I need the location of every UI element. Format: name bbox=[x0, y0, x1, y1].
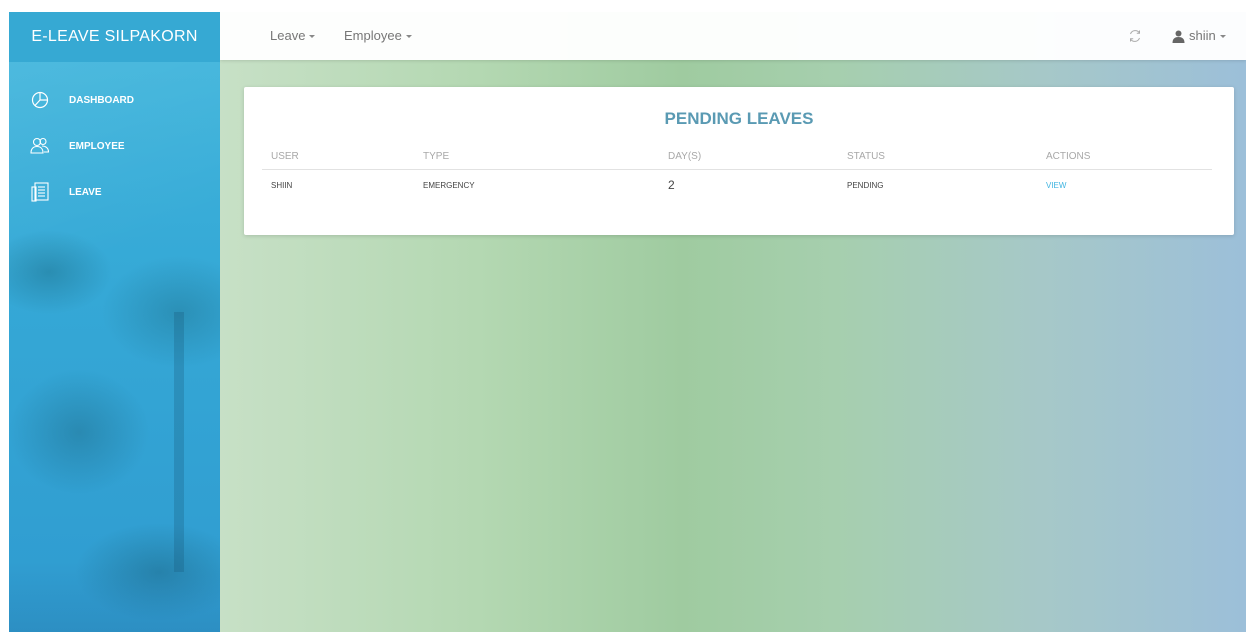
refresh-icon[interactable] bbox=[1127, 28, 1143, 44]
menu-leave[interactable]: Leave bbox=[270, 12, 316, 60]
sidebar-item-label: DASHBOARD bbox=[69, 94, 134, 106]
sidebar-background-pillar bbox=[174, 312, 184, 572]
sidebar: E-LEAVE SILPAKORN DASHBOARD EMPLOYEE LEA… bbox=[9, 12, 220, 632]
user-icon bbox=[1172, 30, 1185, 43]
card-title: PENDING LEAVES bbox=[664, 109, 814, 128]
users-icon bbox=[30, 136, 50, 156]
column-header-days: DAY(S) bbox=[659, 143, 838, 170]
sidebar-nav: DASHBOARD EMPLOYEE LEAVE bbox=[9, 88, 220, 226]
sidebar-item-dashboard[interactable]: DASHBOARD bbox=[9, 88, 220, 112]
pie-chart-icon bbox=[30, 90, 50, 110]
pending-leaves-table: USER TYPE DAY(S) STATUS ACTIONS SHIIN EM… bbox=[262, 143, 1212, 200]
app-frame: E-LEAVE SILPAKORN DASHBOARD EMPLOYEE LEA… bbox=[9, 12, 1246, 632]
column-header-status: STATUS bbox=[838, 143, 1037, 170]
sidebar-background-ground bbox=[9, 562, 220, 632]
menu-leave-label: Leave bbox=[270, 28, 306, 43]
user-name: shiin bbox=[1189, 28, 1216, 43]
caret-down-icon bbox=[405, 35, 412, 39]
user-menu[interactable]: shiin bbox=[1172, 12, 1226, 60]
cell-days: 2 bbox=[668, 178, 675, 192]
sidebar-item-leave[interactable]: LEAVE bbox=[9, 180, 220, 204]
sidebar-item-employee[interactable]: EMPLOYEE bbox=[9, 134, 220, 158]
menu-employee[interactable]: Employee bbox=[344, 12, 412, 60]
cell-type: EMERGENCY bbox=[423, 180, 475, 190]
table-row: SHIIN EMERGENCY 2 PENDING VIEW bbox=[262, 170, 1212, 201]
document-icon bbox=[30, 182, 50, 202]
sidebar-item-label: EMPLOYEE bbox=[69, 140, 125, 152]
column-header-user: USER bbox=[262, 143, 414, 170]
view-link[interactable]: VIEW bbox=[1046, 181, 1066, 190]
column-header-type: TYPE bbox=[414, 143, 659, 170]
cell-actions: VIEW bbox=[1037, 170, 1212, 201]
table-header-row: USER TYPE DAY(S) STATUS ACTIONS bbox=[262, 143, 1212, 170]
column-header-actions: ACTIONS bbox=[1037, 143, 1212, 170]
main-content: Leave Employee shiin PENDING LEAVES USER… bbox=[220, 12, 1246, 632]
caret-down-icon bbox=[1219, 34, 1226, 38]
sidebar-item-label: LEAVE bbox=[69, 186, 102, 198]
caret-down-icon bbox=[309, 35, 316, 39]
brand-title[interactable]: E-LEAVE SILPAKORN bbox=[9, 12, 220, 62]
pending-leaves-card: PENDING LEAVES USER TYPE DAY(S) STATUS A… bbox=[244, 87, 1234, 235]
cell-user: SHIIN bbox=[271, 180, 293, 190]
top-navbar: Leave Employee shiin bbox=[220, 12, 1246, 60]
cell-status: PENDING bbox=[847, 180, 884, 190]
menu-employee-label: Employee bbox=[344, 28, 402, 43]
